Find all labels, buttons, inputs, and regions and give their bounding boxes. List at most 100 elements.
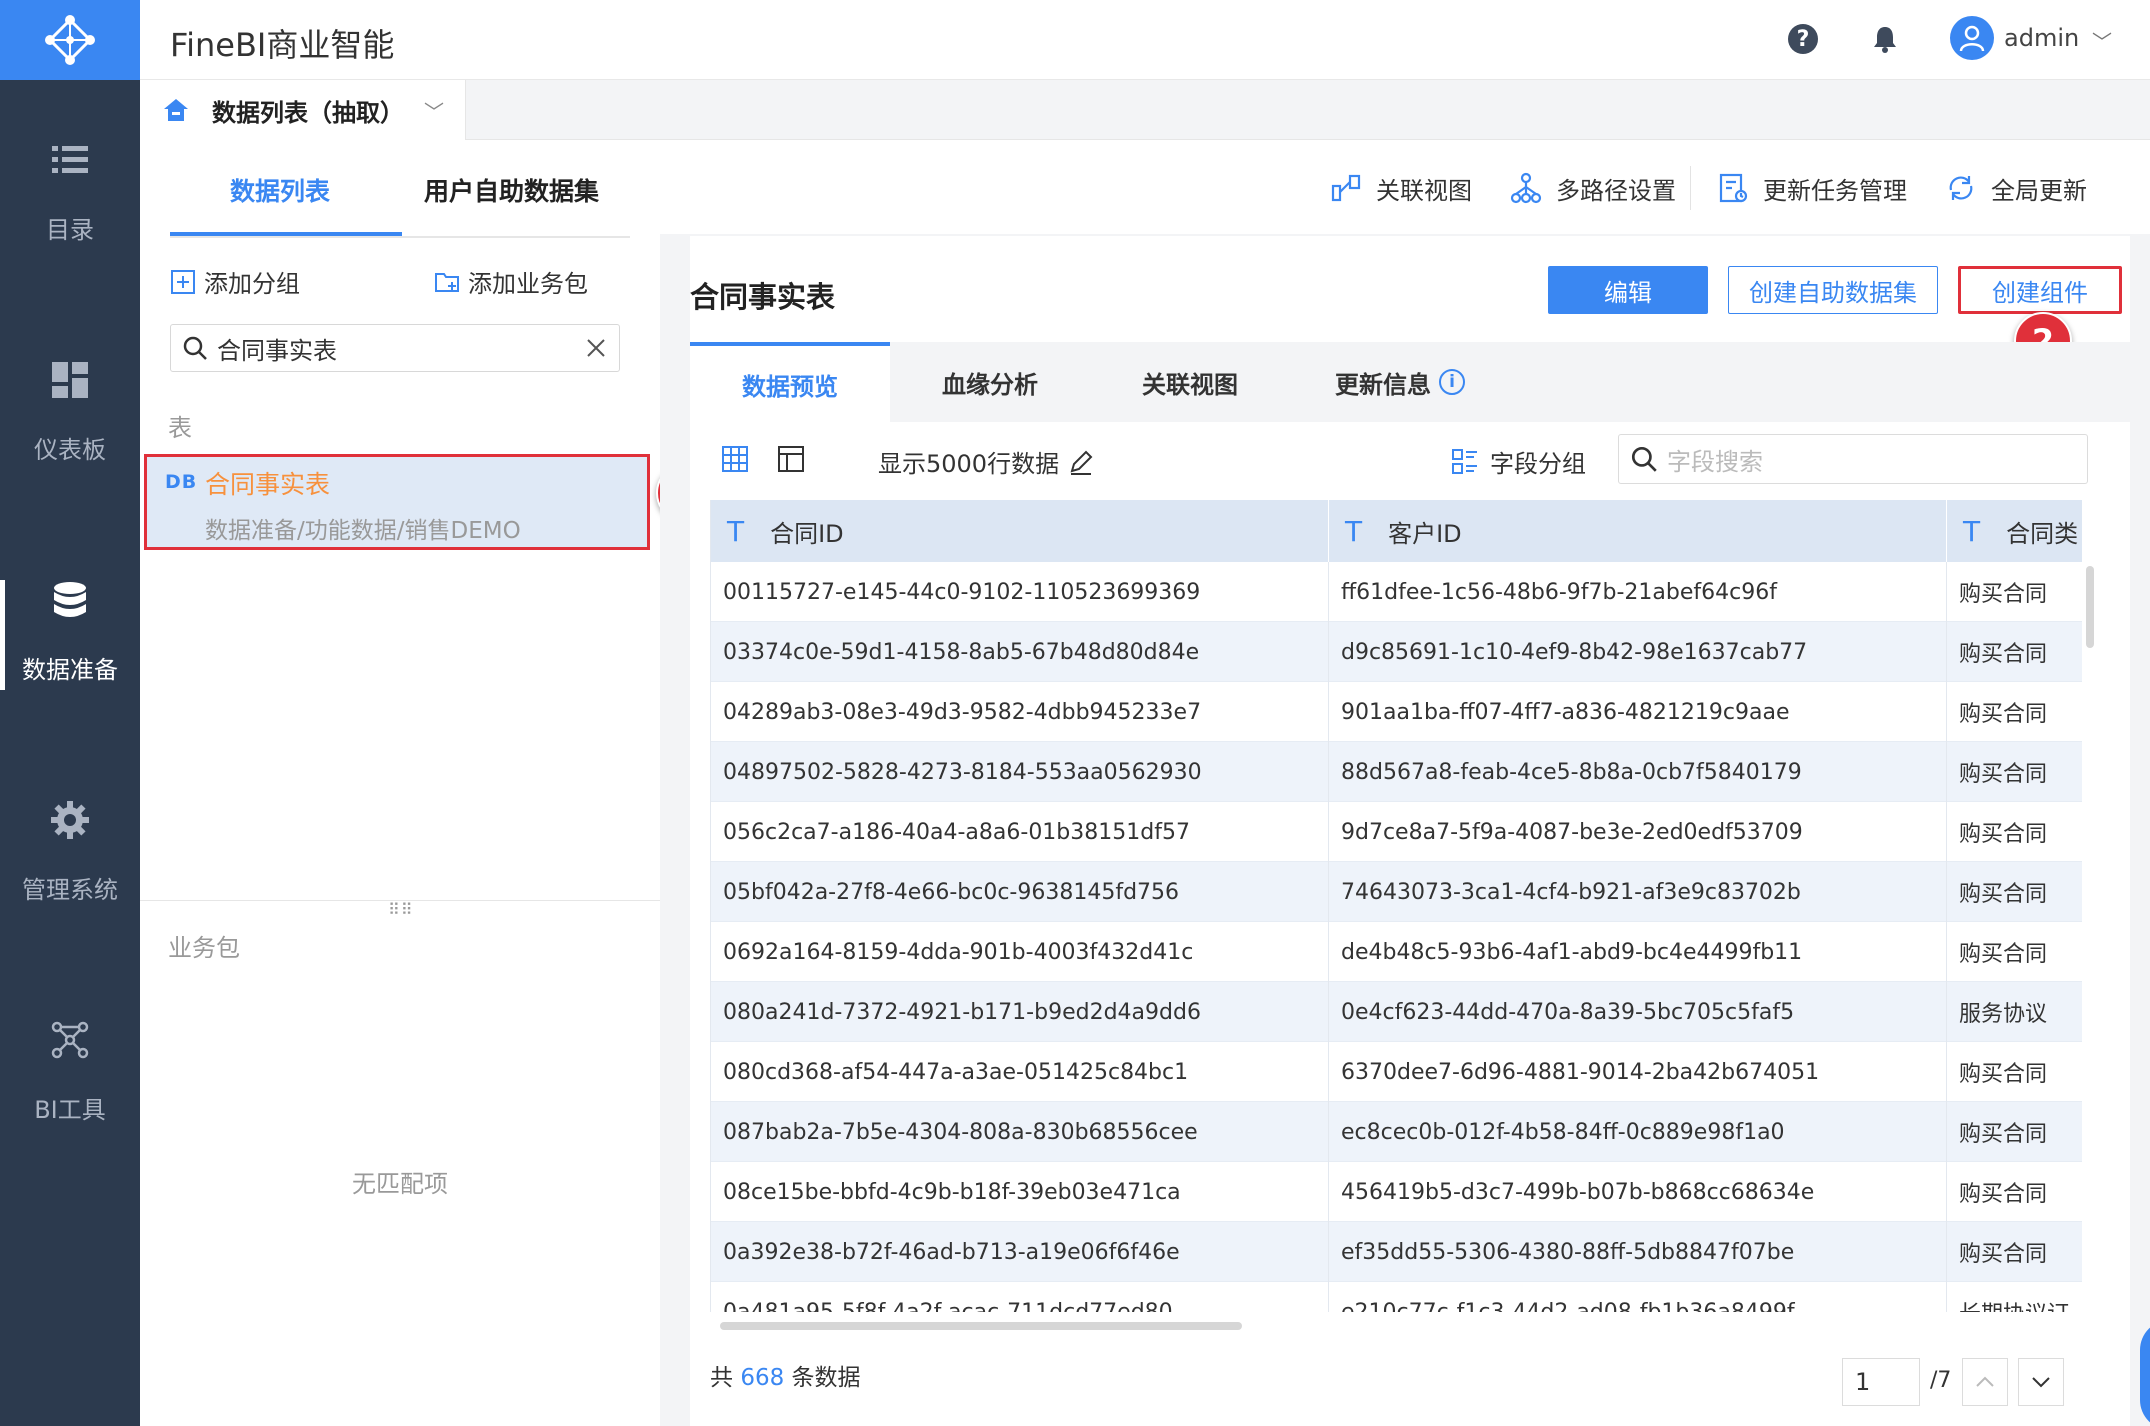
nav-data-prep[interactable]: 数据准备 <box>0 540 140 740</box>
table-row[interactable]: 04897502-5828-4273-8184-553aa0562930 88d5… <box>711 742 2082 802</box>
table-cell: 04897502-5828-4273-8184-553aa0562930 <box>711 742 1329 802</box>
table-row[interactable]: 080cd368-af54-447a-a3ae-051425c84bc1 6370… <box>711 1042 2082 1102</box>
prev-page-button[interactable] <box>1962 1358 2008 1406</box>
chevron-down-icon[interactable]: ﹀ <box>2092 26 2112 55</box>
section-table-label: 表 <box>168 414 192 442</box>
tab-relation-view[interactable]: 关联视图 <box>1090 342 1290 422</box>
table-cell: 0692a164-8159-4dda-901b-4003f432d41c <box>711 922 1329 982</box>
close-icon[interactable] <box>585 337 607 359</box>
table-cell: 购买合同 <box>1947 682 2082 742</box>
table-cell: 购买合同 <box>1947 802 2082 862</box>
page-number-input[interactable]: 1 <box>1842 1358 1920 1406</box>
total-suffix: 条数据 <box>791 1365 861 1391</box>
create-component-button[interactable]: 创建组件 <box>1958 266 2122 314</box>
table-cell: 0a481a95-5f8f-4a2f-acac-711dcd77ed80 <box>711 1282 1329 1312</box>
field-search-placeholder: 字段搜索 <box>1667 447 1763 476</box>
table-cell: 长期协议订 <box>1947 1282 2082 1312</box>
tab-data-list[interactable]: 数据列表 <box>230 172 330 208</box>
table-row[interactable]: 03374c0e-59d1-4158-8ab5-67b48d80d84e d9c8… <box>711 622 2082 682</box>
user-name[interactable]: admin <box>2004 24 2079 52</box>
tab-data-list-extract[interactable]: 数据列表（抽取） ﹀ <box>140 80 466 140</box>
table-cell: 0a392e38-b72f-46ad-b713-a19e06f6f46e <box>711 1222 1329 1282</box>
table-name: 合同事实表 <box>205 470 331 499</box>
data-list-panel: 数据列表 用户自助数据集 添加分组 添加业务包 合同事实表 表 DB 合同事实表… <box>140 140 714 1426</box>
add-package-button[interactable]: 添加业务包 <box>434 264 588 299</box>
nav-bi-tools[interactable]: BI工具 <box>0 980 140 1180</box>
main-sidebar: 目录 仪表板 数据准备 管理系统 BI工具 <box>0 0 140 1426</box>
table-cell: 087bab2a-7b5e-4304-808a-830b68556cee <box>711 1102 1329 1162</box>
db-badge: DB <box>165 471 198 493</box>
table-list-item[interactable]: DB 合同事实表 数据准备/功能数据/销售DEMO <box>144 454 650 550</box>
create-dataset-button[interactable]: 创建自助数据集 <box>1728 266 1938 314</box>
nav-catalog[interactable]: 目录 <box>0 100 140 300</box>
table-row[interactable]: 0692a164-8159-4dda-901b-4003f432d41c de4b… <box>711 922 2082 982</box>
column-header[interactable]: T 客户ID <box>1329 500 1947 562</box>
tab-data-preview[interactable]: 数据预览 <box>690 342 890 422</box>
table-row[interactable]: 0a481a95-5f8f-4a2f-acac-711dcd77ed80 e210… <box>711 1282 2082 1312</box>
grid-view-icon[interactable] <box>720 444 750 474</box>
preview-toolbar: 显示5000行数据 字段分组 字段搜索 <box>690 432 2130 492</box>
nav-data-prep-label: 数据准备 <box>22 656 118 684</box>
table-row[interactable]: 05bf042a-27f8-4e66-bc0c-9638145fd756 7464… <box>711 862 2082 922</box>
total-prefix: 共 <box>710 1365 733 1391</box>
logo[interactable] <box>0 0 140 80</box>
avatar[interactable] <box>1950 16 1994 60</box>
table-row[interactable]: 00115727-e145-44c0-9102-110523699369 ff61… <box>711 562 2082 622</box>
finebi-logo-icon <box>45 15 95 65</box>
search-value: 合同事实表 <box>217 336 337 365</box>
help-icon[interactable]: ? <box>1788 24 1818 54</box>
table-path: 数据准备/功能数据/销售DEMO <box>205 518 521 544</box>
table-cell: 74643073-3ca1-4cf4-b921-af3e9c83702b <box>1329 862 1947 922</box>
table-row[interactable]: 0a392e38-b72f-46ad-b713-a19e06f6f46e ef35… <box>711 1222 2082 1282</box>
column-header[interactable]: T 合同ID <box>711 500 1329 562</box>
field-group-button[interactable]: 字段分组 <box>1450 444 1586 479</box>
table-search-input[interactable]: 合同事实表 <box>170 324 620 372</box>
next-page-button[interactable] <box>2018 1358 2064 1406</box>
edit-button[interactable]: 编辑 <box>1548 266 1708 314</box>
table-cell: 9d7ce8a7-5f9a-4087-be3e-2ed0edf53709 <box>1329 802 1947 862</box>
table-row[interactable]: 08ce15be-bbfd-4c9b-b18f-39eb03e471ca 4564… <box>711 1162 2082 1222</box>
add-group-button[interactable]: 添加分组 <box>170 264 300 299</box>
column-header[interactable]: T 合同类 <box>1947 500 2082 562</box>
table-cell: 03374c0e-59d1-4158-8ab5-67b48d80d84e <box>711 622 1329 682</box>
empty-state-text: 无匹配项 <box>352 1170 448 1198</box>
table-cell: 购买合同 <box>1947 622 2082 682</box>
nav-admin-label: 管理系统 <box>22 876 118 904</box>
multi-path-button[interactable]: 多路径设置 <box>1510 171 1676 206</box>
relation-view-button[interactable]: 关联视图 <box>1330 171 1472 206</box>
chevron-down-icon <box>2032 1377 2050 1388</box>
chevron-down-icon[interactable]: ﹀ <box>424 96 444 125</box>
table-row[interactable]: 087bab2a-7b5e-4304-808a-830b68556cee ec8c… <box>711 1102 2082 1162</box>
relation-view-icon <box>1331 174 1361 202</box>
update-task-button[interactable]: 更新任务管理 <box>1717 171 1907 206</box>
rows-display-setting[interactable]: 显示5000行数据 <box>878 444 1095 479</box>
table-row[interactable]: 080a241d-7372-4921-b171-b9ed2d4a9dd6 0e4c… <box>711 982 2082 1042</box>
table-cell: ff61dfee-1c56-48b6-9f7b-21abef64c96f <box>1329 562 1947 622</box>
text-type-icon: T <box>1963 514 1981 548</box>
bell-icon[interactable] <box>1870 24 1900 54</box>
tab-lineage[interactable]: 血缘分析 <box>890 342 1090 422</box>
column-header-label: 合同类 <box>2006 519 2079 548</box>
horizontal-scrollbar[interactable] <box>720 1322 1242 1330</box>
vertical-scrollbar[interactable] <box>2086 566 2094 648</box>
dashboard-icon <box>52 362 88 398</box>
table-row[interactable]: 056c2ca7-a186-40a4-a8a6-01b38151df57 9d7c… <box>711 802 2082 862</box>
table-cell: 056c2ca7-a186-40a4-a8a6-01b38151df57 <box>711 802 1329 862</box>
edit-pencil-icon[interactable] <box>1067 448 1095 476</box>
table-cell: 0e4cf623-44dd-470a-8a39-5bc705c5faf5 <box>1329 982 1947 1042</box>
toolbar-divider <box>1690 166 1691 210</box>
table-row[interactable]: 04289ab3-08e3-49d3-9582-4dbb945233e7 901a… <box>711 682 2082 742</box>
info-icon[interactable]: i <box>1439 369 1465 395</box>
top-toolbar: 关联视图 多路径设置 更新任务管理 全局更新 <box>1330 166 2125 210</box>
nav-dashboard[interactable]: 仪表板 <box>0 320 140 520</box>
global-update-button[interactable]: 全局更新 <box>1945 171 2087 206</box>
drag-handle-icon[interactable]: ⠿⠿ <box>388 900 413 919</box>
tab-update-info[interactable]: 更新信息 i <box>1290 342 1510 422</box>
add-package-label: 添加业务包 <box>468 270 588 298</box>
tab-user-dataset[interactable]: 用户自助数据集 <box>424 172 599 208</box>
field-search-input[interactable]: 字段搜索 <box>1618 434 2088 484</box>
nav-admin[interactable]: 管理系统 <box>0 760 140 960</box>
section-package-label: 业务包 <box>168 934 240 962</box>
layout-view-icon[interactable] <box>776 444 806 474</box>
text-type-icon: T <box>1345 514 1363 548</box>
